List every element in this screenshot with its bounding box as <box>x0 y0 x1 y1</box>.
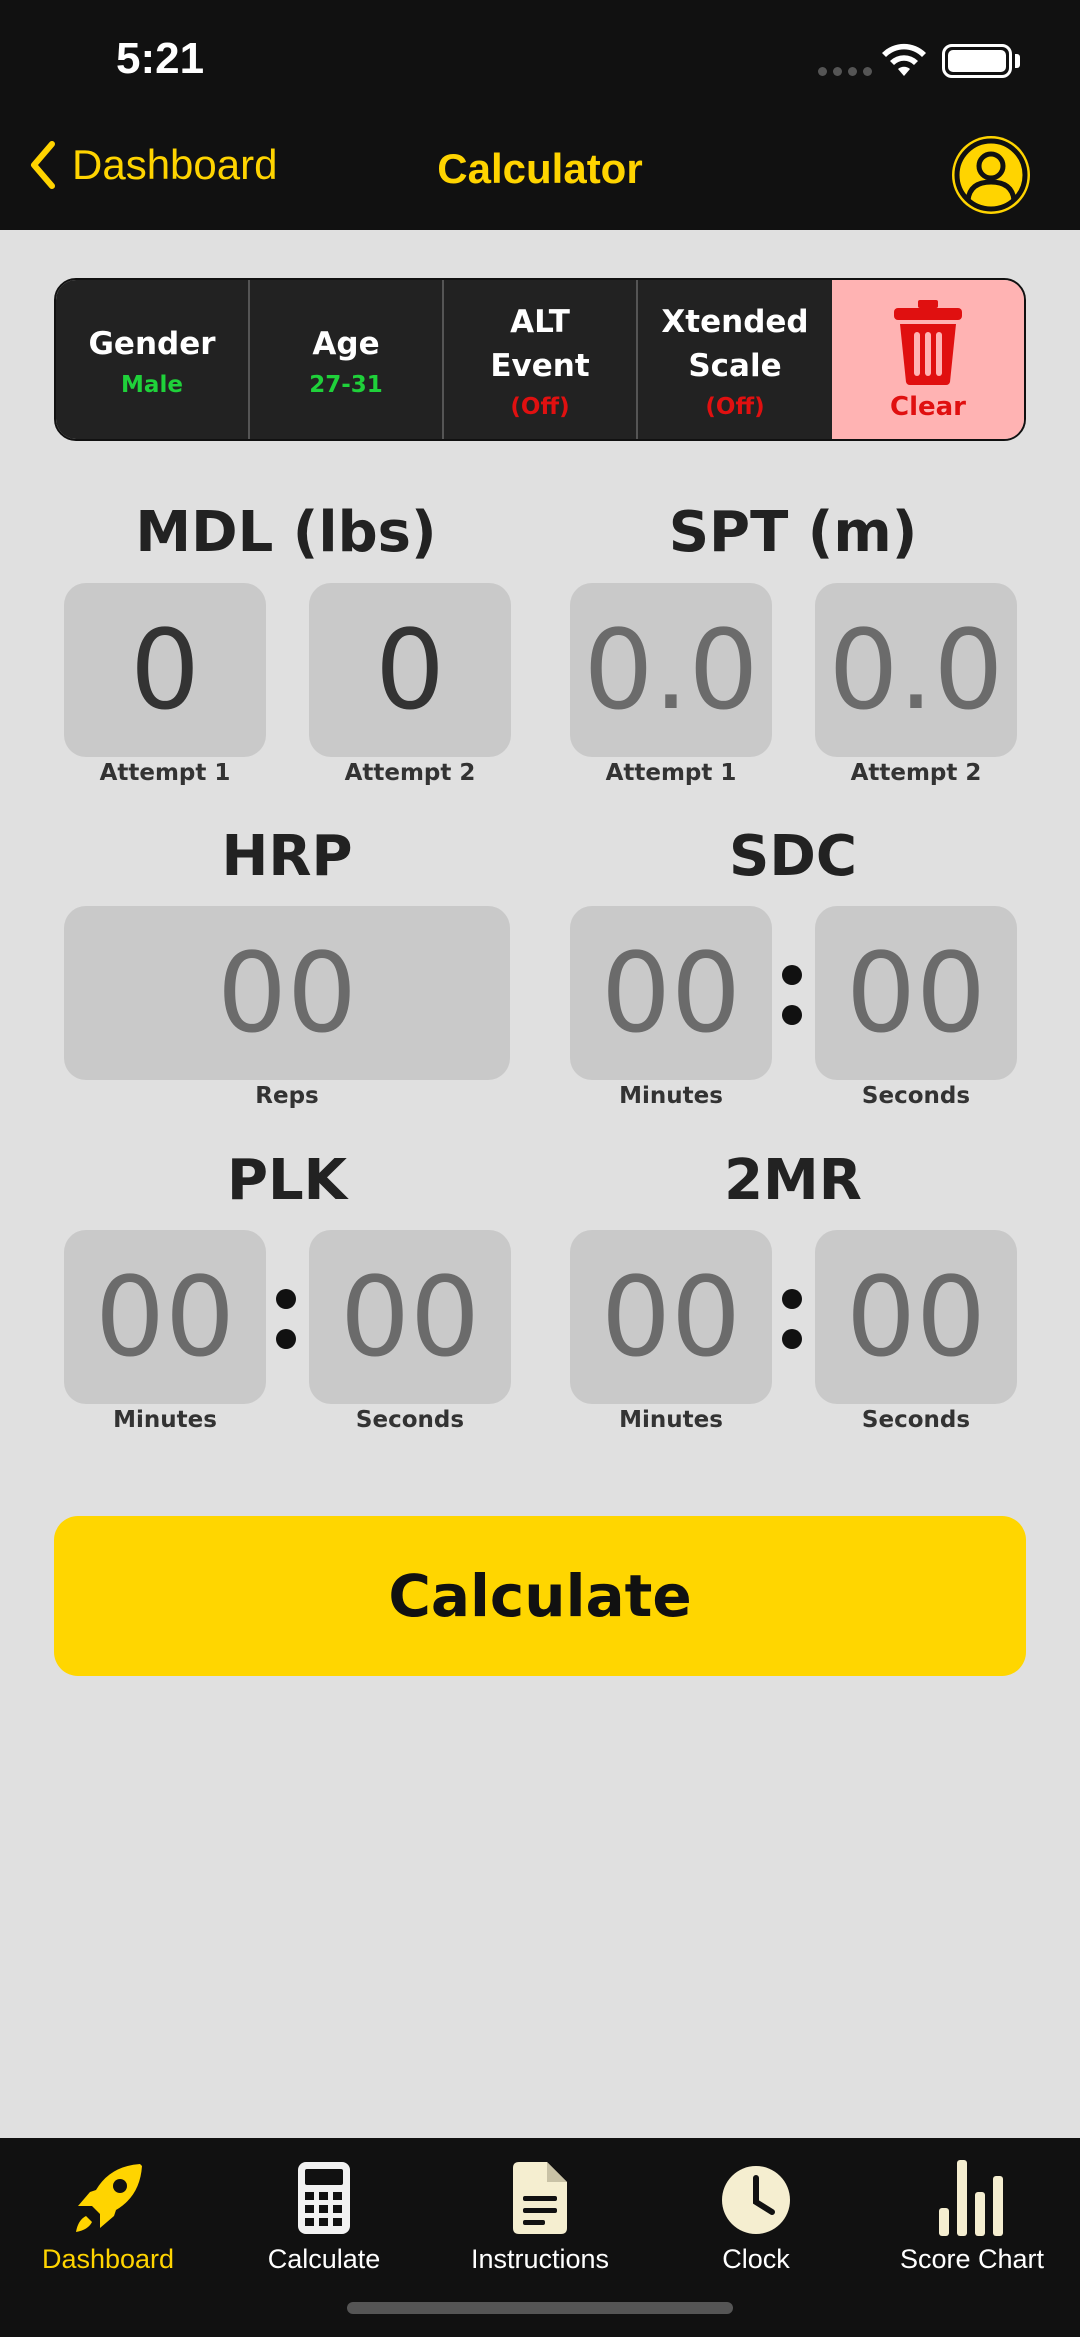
gender-value: Male <box>121 371 183 398</box>
gender-label: Gender <box>88 325 216 362</box>
age-setting[interactable]: Age 27-31 <box>250 280 444 439</box>
2mr-minutes-input[interactable]: 00 <box>570 1230 772 1404</box>
home-indicator <box>347 2302 733 2314</box>
mdl-attempt2-input[interactable]: 0 <box>309 583 511 757</box>
sdc-seconds-input[interactable]: 00 <box>815 906 1017 1080</box>
clear-label: Clear <box>890 391 966 422</box>
calculate-button[interactable]: Calculate <box>54 1516 1026 1676</box>
sdc-title: SDC <box>729 824 857 889</box>
mdl-attempt1-caption: Attempt 1 <box>99 760 231 786</box>
alt-event-setting[interactable]: ALT Event (Off) <box>444 280 638 439</box>
document-icon <box>513 2162 567 2234</box>
spt-attempt1-input[interactable]: 0.0 <box>570 583 772 757</box>
spt-attempt1-caption: Attempt 1 <box>605 760 737 786</box>
xtended-scale-value: (Off) <box>705 393 765 420</box>
cellular-signal-icon <box>818 67 872 76</box>
user-icon <box>954 138 1028 212</box>
calculator-icon <box>298 2162 350 2234</box>
tab-dashboard-label: Dashboard <box>41 2244 175 2274</box>
plk-minutes-input[interactable]: 00 <box>64 1230 266 1404</box>
tab-instructions[interactable]: Instructions <box>432 2156 648 2275</box>
plk-title: PLK <box>226 1148 348 1213</box>
sdc-minutes-caption: Minutes <box>619 1083 723 1109</box>
plk-minutes-caption: Minutes <box>113 1407 217 1433</box>
spt-attempt2-caption: Attempt 2 <box>850 760 982 786</box>
clock-icon <box>722 2166 790 2234</box>
top-bar: 5:21 Dashboard Calculator <box>0 0 1080 230</box>
2mr-seconds-caption: Seconds <box>861 1407 971 1433</box>
tab-clock-label: Clock <box>722 2244 790 2274</box>
sdc-minutes-input[interactable]: 00 <box>570 906 772 1080</box>
age-label: Age <box>312 325 380 362</box>
plk-seconds-caption: Seconds <box>355 1407 465 1433</box>
tab-clock[interactable]: Clock <box>648 2156 864 2275</box>
settings-strip: Gender Male Age 27-31 ALT Event (Off) Xt… <box>54 278 1026 441</box>
sdc-seconds-caption: Seconds <box>861 1083 971 1109</box>
tab-instructions-label: Instructions <box>470 2244 610 2274</box>
alt-event-label: ALT Event <box>490 303 590 384</box>
sdc-colon <box>782 965 802 1025</box>
plk-colon <box>276 1289 296 1349</box>
tab-dashboard[interactable]: Dashboard <box>0 2156 216 2275</box>
plk-seconds-input[interactable]: 00 <box>309 1230 511 1404</box>
wifi-icon <box>882 43 926 76</box>
2mr-seconds-input[interactable]: 00 <box>815 1230 1017 1404</box>
mdl-attempt2-caption: Attempt 2 <box>344 760 476 786</box>
trash-icon <box>894 299 962 385</box>
xtended-scale-label: Xtended Scale <box>661 303 809 384</box>
hrp-reps-caption: Reps <box>255 1083 319 1109</box>
spt-title: SPT (m) <box>668 500 918 565</box>
clear-button[interactable]: Clear <box>832 280 1024 439</box>
gender-setting[interactable]: Gender Male <box>56 280 250 439</box>
page-title: Calculator <box>437 145 643 192</box>
tab-score-chart[interactable]: Score Chart <box>864 2156 1080 2275</box>
tab-calculate-label: Calculate <box>267 2244 381 2274</box>
age-value: 27-31 <box>309 371 383 398</box>
alt-event-value: (Off) <box>510 393 570 420</box>
profile-button[interactable] <box>952 136 1030 214</box>
tab-calculate[interactable]: Calculate <box>216 2156 432 2275</box>
battery-icon <box>942 44 1012 78</box>
mdl-attempt1-input[interactable]: 0 <box>64 583 266 757</box>
2mr-minutes-caption: Minutes <box>619 1407 723 1433</box>
status-time: 5:21 <box>116 34 205 83</box>
xtended-scale-setting[interactable]: Xtended Scale (Off) <box>638 280 832 439</box>
spt-attempt2-input[interactable]: 0.0 <box>815 583 1017 757</box>
hrp-reps-input[interactable]: 00 <box>64 906 510 1080</box>
rocket-icon <box>76 2164 142 2232</box>
mdl-title: MDL (lbs) <box>135 500 437 565</box>
bar-chart-icon <box>939 2160 1003 2236</box>
2mr-colon <box>782 1289 802 1349</box>
hrp-title: HRP <box>221 824 353 889</box>
tab-score-chart-label: Score Chart <box>899 2244 1045 2274</box>
2mr-title: 2MR <box>724 1148 862 1213</box>
